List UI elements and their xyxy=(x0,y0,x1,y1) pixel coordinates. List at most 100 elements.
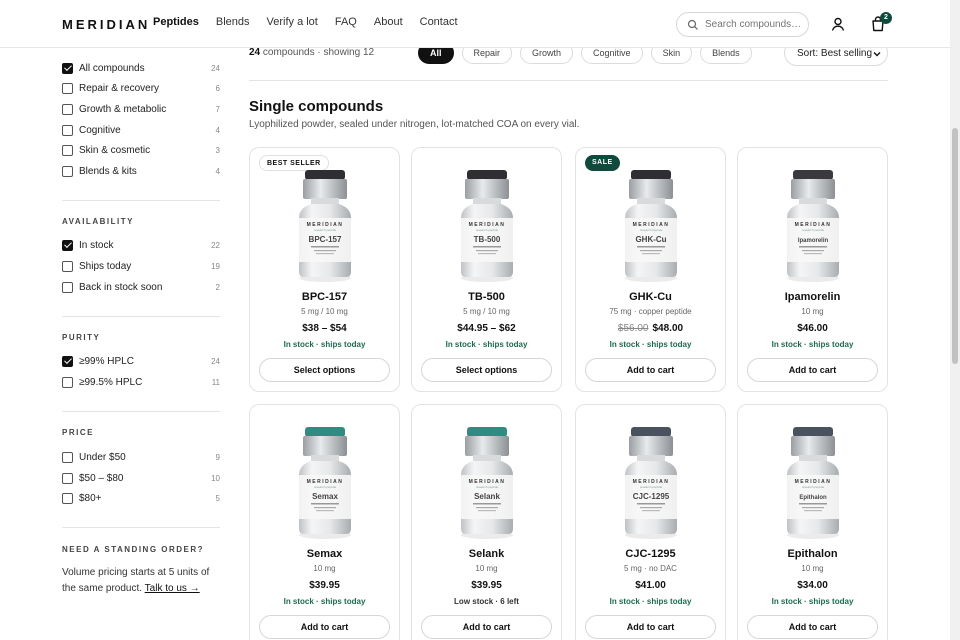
checkbox[interactable] xyxy=(62,376,73,388)
filter-ships-today[interactable]: Ships today 19 xyxy=(62,259,220,273)
product-card[interactable]: MERIDIAN research peptide Semax Semax 10 mg $… xyxy=(249,404,400,640)
filter-blends-kits[interactable]: Blends & kits 4 xyxy=(62,164,220,178)
checkbox[interactable] xyxy=(62,260,73,272)
product-price: $44.95 – $62 xyxy=(457,323,516,334)
price-title: PRICE xyxy=(62,428,94,437)
product-card[interactable]: MERIDIAN research peptide CJC-1295 CJC-1295… xyxy=(575,404,726,640)
product-vial-image[interactable]: MERIDIANresearch peptideIpamorelin xyxy=(782,168,844,284)
filter-purity-99[interactable]: ≥99% HPLC 24 xyxy=(62,354,220,368)
svg-text:research peptide: research peptide xyxy=(640,485,663,489)
checkbox[interactable] xyxy=(62,103,73,115)
nav-contact[interactable]: Contact xyxy=(420,16,458,28)
filter-price-50-80[interactable]: $50 – $80 10 xyxy=(62,471,220,485)
svg-text:research peptide: research peptide xyxy=(476,485,499,489)
product-name[interactable]: TB-500 xyxy=(412,291,561,303)
vial-label: Selank xyxy=(474,492,500,501)
checkbox[interactable] xyxy=(62,144,73,156)
divider xyxy=(62,527,220,528)
product-vial-image[interactable]: MERIDIANresearch peptideSelank xyxy=(456,425,518,541)
product-card[interactable]: MERIDIAN research peptide TB-500 TB-500 5 mg… xyxy=(411,147,562,392)
section-title: Single compounds xyxy=(249,98,384,115)
search-box[interactable] xyxy=(676,12,809,37)
checkbox[interactable] xyxy=(62,472,73,484)
product-name[interactable]: Selank xyxy=(412,548,561,560)
svg-text:research peptide: research peptide xyxy=(314,485,337,489)
nav-peptides[interactable]: Peptides xyxy=(153,16,199,28)
product-card[interactable]: MERIDIAN research peptide Epithalon Epithal… xyxy=(737,404,888,640)
product-card[interactable]: BEST SELLER MERIDIAN research peptide BPC-1… xyxy=(249,147,400,392)
logo[interactable]: MERIDIAN xyxy=(62,17,150,32)
sort-label: Sort: Best selling xyxy=(797,47,873,59)
nav-blends[interactable]: Blends xyxy=(216,16,250,28)
filter-growth-metabolic[interactable]: Growth & metabolic 7 xyxy=(62,102,220,116)
add-to-cart-button[interactable]: Add to cart xyxy=(747,358,878,382)
filter-in-stock[interactable]: In stock 22 xyxy=(62,238,220,252)
product-name[interactable]: Ipamorelin xyxy=(738,291,887,303)
filter-all-compounds[interactable]: All compounds 24 xyxy=(62,61,220,75)
product-vial-image[interactable]: MERIDIANresearch peptideCJC-1295 xyxy=(620,425,682,541)
product-name[interactable]: BPC-157 xyxy=(250,291,399,303)
product-name[interactable]: GHK-Cu xyxy=(576,291,725,303)
product-vial-image[interactable]: MERIDIANresearch peptideTB-500 xyxy=(456,168,518,284)
checkbox[interactable] xyxy=(62,82,73,94)
stock-status: In stock · ships today xyxy=(445,340,528,349)
filter-price-80-plus[interactable]: $80+ 5 xyxy=(62,491,220,505)
product-spec: 5 mg / 10 mg xyxy=(463,307,510,316)
divider xyxy=(62,316,220,317)
filter-price-under-50[interactable]: Under $50 9 xyxy=(62,450,220,464)
add-to-cart-button[interactable]: Add to cart xyxy=(585,358,716,382)
product-vial-image[interactable]: MERIDIANresearch peptideGHK-Cu xyxy=(620,168,682,284)
product-vial-image[interactable]: MERIDIANresearch peptideEpithalon xyxy=(782,425,844,541)
checkbox[interactable] xyxy=(62,165,73,177)
product-price: $38 – $54 xyxy=(302,323,347,334)
scrollbar-thumb[interactable] xyxy=(952,128,958,364)
nav-verify-lot[interactable]: Verify a lot xyxy=(267,16,318,28)
nav-faq[interactable]: FAQ xyxy=(335,16,357,28)
product-price: $56.00 $48.00 xyxy=(617,323,684,334)
product-spec: 5 mg / 10 mg xyxy=(301,307,348,316)
search-input[interactable] xyxy=(705,19,805,30)
product-vial-image[interactable]: MERIDIANresearch peptideBPC-157 xyxy=(294,168,356,284)
product-card[interactable]: SALE MERIDIAN research peptide GHK-Cu GHK-Cu… xyxy=(575,147,726,392)
product-vial-image[interactable]: MERIDIANresearch peptideSemax xyxy=(294,425,356,541)
divider xyxy=(249,80,888,81)
filter-back-in-stock[interactable]: Back in stock soon 2 xyxy=(62,280,220,294)
product-card[interactable]: MERIDIAN research peptide Ipamorelin Ipamor… xyxy=(737,147,888,392)
checkbox[interactable] xyxy=(62,492,73,504)
add-to-cart-button[interactable]: Add to cart xyxy=(421,615,552,639)
purity-title: PURITY xyxy=(62,333,101,342)
filter-cognitive[interactable]: Cognitive 4 xyxy=(62,123,220,137)
product-spec: 5 mg · no DAC xyxy=(624,564,677,573)
add-to-cart-button[interactable]: Add to cart xyxy=(747,615,878,639)
product-name[interactable]: Epithalon xyxy=(738,548,887,560)
checkbox[interactable] xyxy=(62,62,73,74)
filter-repair-recovery[interactable]: Repair & recovery 6 xyxy=(62,81,220,95)
vial-label: BPC-157 xyxy=(309,235,342,244)
product-card[interactable]: MERIDIAN research peptide Selank Selank 10 m… xyxy=(411,404,562,640)
select-options-button[interactable]: Select options xyxy=(259,358,390,382)
add-to-cart-button[interactable]: Add to cart xyxy=(585,615,716,639)
divider xyxy=(62,411,220,412)
select-options-button[interactable]: Select options xyxy=(421,358,552,382)
product-name[interactable]: Semax xyxy=(250,548,399,560)
checkbox[interactable] xyxy=(62,239,73,251)
checkbox[interactable] xyxy=(62,281,73,293)
account-icon[interactable] xyxy=(830,16,846,32)
stock-status: In stock · ships today xyxy=(771,340,854,349)
vial-label: TB-500 xyxy=(474,235,501,244)
add-to-cart-button[interactable]: Add to cart xyxy=(259,615,390,639)
product-spec: 10 mg xyxy=(801,307,824,316)
checkbox[interactable] xyxy=(62,124,73,136)
filter-purity-99-5[interactable]: ≥99.5% HPLC 11 xyxy=(62,375,220,389)
product-price: $41.00 xyxy=(635,580,666,591)
talk-to-us-link[interactable]: Talk to us → xyxy=(145,583,200,594)
product-name[interactable]: CJC-1295 xyxy=(576,548,725,560)
checkbox[interactable] xyxy=(62,355,73,367)
svg-text:research peptide: research peptide xyxy=(802,485,825,489)
nav-about[interactable]: About xyxy=(374,16,403,28)
filter-skin-cosmetic[interactable]: Skin & cosmetic 3 xyxy=(62,143,220,157)
svg-text:research peptide: research peptide xyxy=(476,228,499,232)
product-price: $46.00 xyxy=(797,323,828,334)
main-nav: Peptides Blends Verify a lot FAQ About C… xyxy=(153,16,475,28)
checkbox[interactable] xyxy=(62,451,73,463)
